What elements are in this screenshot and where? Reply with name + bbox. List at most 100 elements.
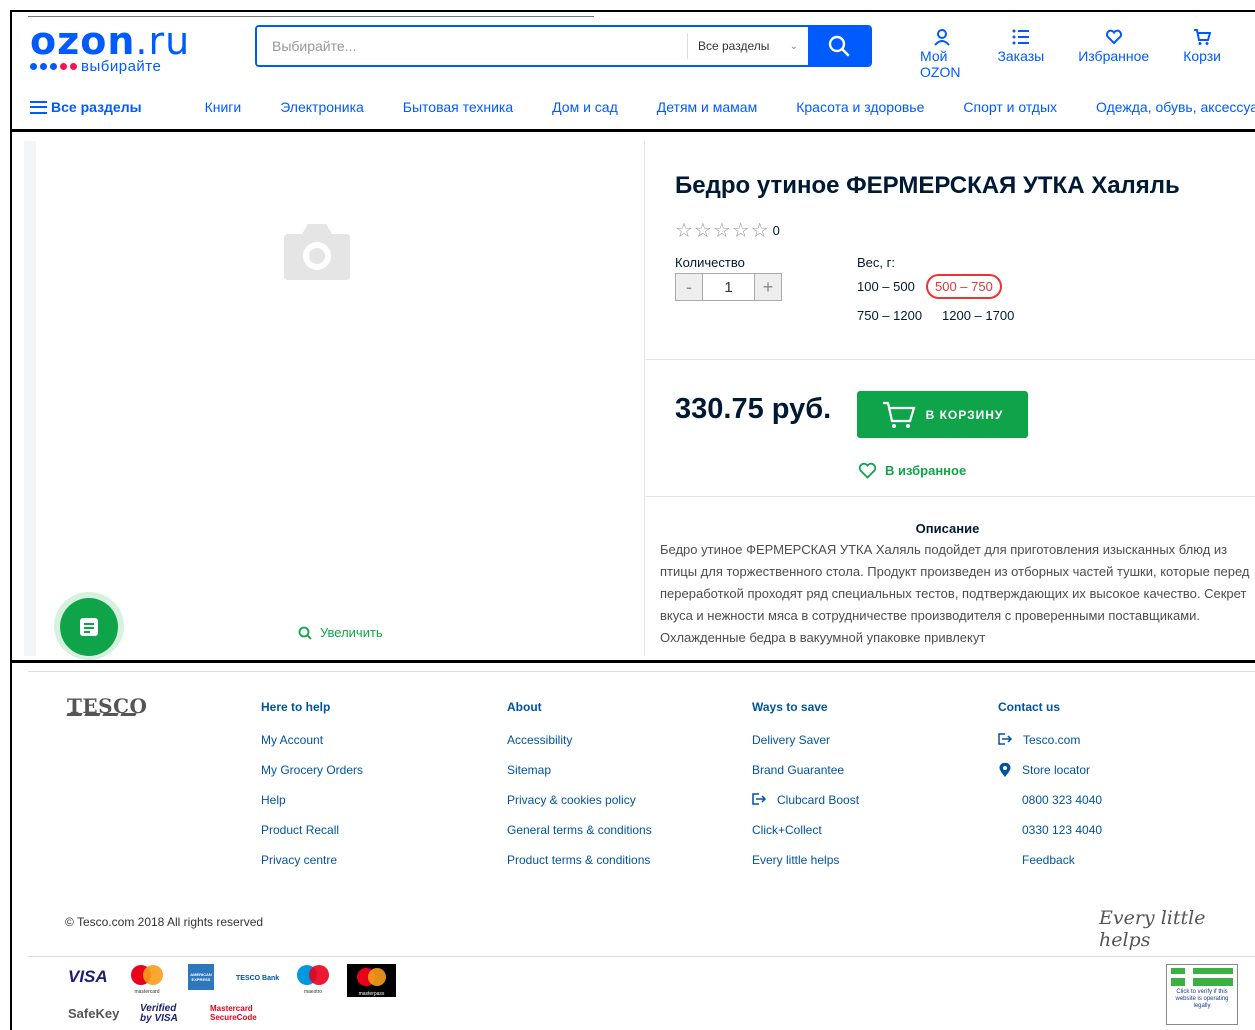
- add-to-cart-label: В КОРЗИНУ: [925, 407, 1004, 422]
- weight-option-selected[interactable]: 500 – 750: [926, 274, 1002, 299]
- user-icon: [933, 29, 950, 46]
- star-icon: ☆☆☆☆☆: [675, 220, 770, 242]
- nav-item-appliances[interactable]: Бытовая техника: [403, 99, 513, 115]
- nav-item-books[interactable]: Книги: [205, 99, 242, 115]
- list-icon: [1012, 29, 1029, 45]
- nav-item-sport[interactable]: Спорт и отдых: [963, 99, 1057, 115]
- footer-link[interactable]: Help: [261, 793, 363, 823]
- quantity-minus-button[interactable]: -: [676, 274, 702, 300]
- weight-option[interactable]: 100 – 500: [857, 279, 915, 294]
- orders-link[interactable]: Заказы: [997, 28, 1044, 80]
- footer-link[interactable]: Brand Guarantee: [752, 763, 859, 793]
- chat-fab[interactable]: [54, 592, 124, 660]
- search-category-label: Все разделы: [698, 39, 770, 53]
- quantity-value[interactable]: 1: [702, 274, 755, 300]
- footer-link[interactable]: Tesco.com: [998, 733, 1102, 763]
- add-to-favorites-button[interactable]: В избранное: [858, 462, 966, 479]
- orders-label: Заказы: [997, 48, 1045, 64]
- product-title: Бедро утиное ФЕРМЕРСКАЯ УТКА Халяль: [675, 172, 1180, 199]
- zoom-button[interactable]: Увеличить: [298, 625, 383, 640]
- verify-text: Click to verify if this website is opera…: [1175, 989, 1229, 1009]
- footer-link[interactable]: Clubcard Boost: [752, 793, 859, 823]
- all-categories-label: Все разделы: [51, 99, 142, 115]
- logo-ozon: ozon: [30, 19, 136, 63]
- heart-icon: [858, 462, 877, 479]
- mastercard-securecode-logo: Mastercard SecureCode: [210, 1004, 257, 1022]
- footer-link[interactable]: Privacy & cookies policy: [507, 793, 652, 823]
- footer-link[interactable]: Sitemap: [507, 763, 652, 793]
- footer-link[interactable]: My Grocery Orders: [261, 763, 363, 793]
- product-divider: [644, 141, 645, 656]
- quantity-label: Количество: [675, 255, 745, 270]
- location-pin-icon: [999, 763, 1011, 777]
- footer-link[interactable]: My Account: [261, 733, 363, 763]
- footer-link[interactable]: Store locator: [998, 763, 1102, 793]
- search-icon: [828, 35, 850, 57]
- tesco-bank-logo: TESCO Bank: [236, 975, 280, 982]
- footer-column-save: Ways to save Delivery Saver Brand Guaran…: [752, 700, 859, 883]
- all-categories-button[interactable]: Все разделы: [30, 99, 142, 115]
- cart-label: Корзи: [1183, 48, 1221, 64]
- external-link-icon: [998, 733, 1013, 745]
- header-links: Мой OZON Заказы Избранное Корзи: [920, 28, 1255, 80]
- product-price: 330.75 руб.: [675, 393, 832, 425]
- footer-link[interactable]: Product Recall: [261, 823, 363, 853]
- legal-verify-badge[interactable]: Click to verify if this website is opera…: [1166, 964, 1238, 1025]
- footer-link[interactable]: General terms & conditions: [507, 823, 652, 853]
- description-title: Описание: [915, 521, 980, 536]
- weight-option[interactable]: 1200 – 1700: [942, 308, 1014, 323]
- camera-placeholder-icon: [284, 222, 350, 285]
- footer-link[interactable]: Delivery Saver: [752, 733, 859, 763]
- top-divider: [28, 16, 594, 17]
- footer-link[interactable]: Privacy centre: [261, 853, 363, 883]
- nav-item-beauty[interactable]: Красота и здоровье: [796, 99, 924, 115]
- tesco-tagline: Every little helps: [1099, 907, 1206, 951]
- category-nav: Все разделы Книги Электроника Бытовая те…: [30, 99, 1255, 115]
- add-to-cart-button[interactable]: В КОРЗИНУ: [857, 391, 1028, 438]
- cart-icon: [882, 401, 916, 428]
- cart-link[interactable]: Корзи: [1183, 28, 1221, 80]
- external-link-icon: [752, 793, 767, 805]
- nav-item-clothes[interactable]: Одежда, обувь, аксессуар: [1096, 99, 1255, 115]
- weight-label: Вес, г:: [857, 255, 895, 270]
- search-input[interactable]: [257, 27, 687, 65]
- nav-item-kids[interactable]: Детям и мамам: [657, 99, 757, 115]
- footer-link[interactable]: 0330 123 4040: [998, 823, 1102, 853]
- verified-by-visa-logo: Verified by VISA: [140, 1003, 178, 1024]
- my-ozon-link[interactable]: Мой OZON: [920, 28, 963, 80]
- product-rating[interactable]: ☆☆☆☆☆ 0: [675, 218, 780, 243]
- add-to-favorites-label: В избранное: [885, 463, 967, 478]
- footer-link[interactable]: Every little helps: [752, 853, 859, 883]
- chevron-down-icon: ⌄: [789, 40, 798, 52]
- weight-option[interactable]: 750 – 1200: [857, 308, 922, 323]
- footer-column-title: Here to help: [261, 700, 331, 714]
- safekey-logo: SafeKey: [68, 1006, 120, 1021]
- footer-link[interactable]: Accessibility: [507, 733, 652, 763]
- footer-column-title: Contact us: [998, 700, 1061, 714]
- mastercard-logo: mastercard: [130, 964, 164, 995]
- magnifier-icon: [298, 626, 312, 640]
- footer-column-title: Ways to save: [752, 700, 828, 714]
- footer-link[interactable]: Product terms & conditions: [507, 853, 652, 883]
- favorites-label: Избранное: [1078, 48, 1150, 64]
- footer-column-title: About: [507, 700, 542, 714]
- footer-column-help: Here to help My Account My Grocery Order…: [261, 700, 363, 883]
- logo-tagline: выбирайте: [81, 58, 162, 75]
- footer-divider: [28, 956, 1255, 957]
- note-icon: [80, 618, 98, 636]
- quantity-plus-button[interactable]: +: [755, 274, 781, 300]
- search-category-select[interactable]: Все разделы ⌄: [687, 33, 808, 59]
- footer-column-about: About Accessibility Sitemap Privacy & co…: [507, 700, 652, 883]
- cart-icon: [1194, 29, 1212, 45]
- footer-link[interactable]: Click+Collect: [752, 823, 859, 853]
- quantity-stepper: - 1 +: [675, 273, 782, 301]
- footer-link[interactable]: 0800 323 4040: [998, 793, 1102, 823]
- favorites-link[interactable]: Избранное: [1078, 28, 1149, 80]
- nav-item-home-garden[interactable]: Дом и сад: [552, 99, 618, 115]
- my-ozon-label: Мой OZON: [920, 48, 961, 80]
- nav-item-electronics[interactable]: Электроника: [280, 99, 364, 115]
- footer-link[interactable]: Feedback: [998, 853, 1102, 883]
- search-button[interactable]: [808, 27, 870, 65]
- ozon-logo[interactable]: ozon.ru выбирайте: [30, 22, 230, 75]
- logo-ru: .ru: [135, 19, 191, 63]
